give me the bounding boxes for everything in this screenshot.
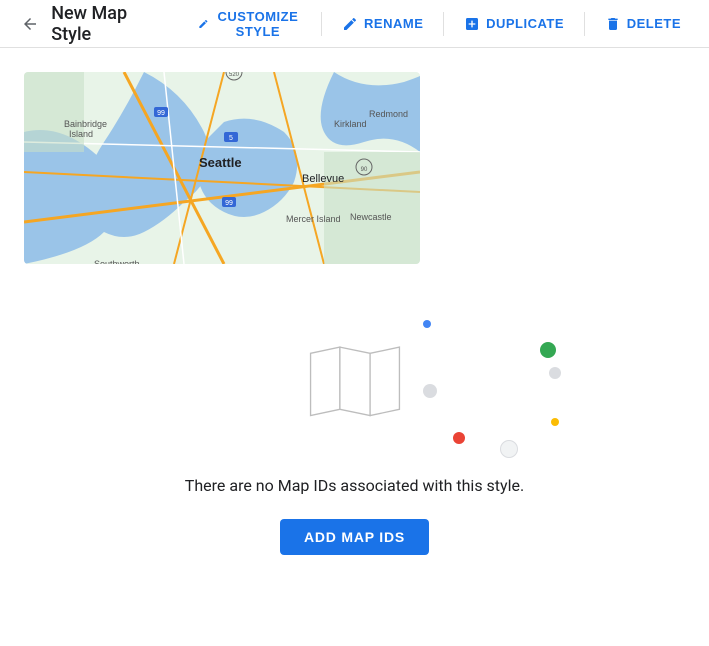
page-title: New Map Style: [51, 3, 153, 45]
empty-message: There are no Map IDs associated with thi…: [185, 476, 524, 495]
map-fold-icon: [305, 340, 405, 424]
empty-state: There are no Map IDs associated with thi…: [24, 296, 685, 555]
dot-blue: [423, 320, 431, 328]
svg-text:Seattle: Seattle: [199, 155, 242, 170]
dot-red: [453, 432, 465, 444]
dot-white: [500, 440, 518, 458]
svg-text:Bainbridge: Bainbridge: [64, 119, 107, 129]
duplicate-button[interactable]: DUPLICATE: [452, 10, 576, 38]
customize-style-label: CUSTOMIZE STYLE: [214, 9, 301, 39]
delete-icon: [605, 16, 621, 32]
svg-text:99: 99: [225, 200, 233, 207]
customize-style-button[interactable]: CUSTOMIZE STYLE: [186, 3, 314, 45]
delete-label: DELETE: [627, 16, 681, 31]
divider-1: [321, 12, 322, 36]
back-button[interactable]: [16, 8, 43, 40]
divider-2: [443, 12, 444, 36]
svg-text:Island: Island: [69, 129, 93, 139]
svg-text:Mercer Island: Mercer Island: [286, 214, 341, 224]
dot-gray-1: [423, 384, 437, 398]
customize-icon: [198, 16, 209, 32]
rename-button[interactable]: RENAME: [330, 10, 435, 38]
svg-text:5: 5: [229, 135, 233, 142]
rename-icon: [342, 16, 358, 32]
header-actions: CUSTOMIZE STYLE RENAME DUPLICATE DELETE: [186, 3, 693, 45]
rename-label: RENAME: [364, 16, 423, 31]
dot-green: [540, 342, 556, 358]
duplicate-icon: [464, 16, 480, 32]
map-preview: Bainbridge Island Seattle Bellevue Merce…: [24, 72, 420, 264]
map-icon-container: [275, 312, 435, 452]
svg-text:Bellevue: Bellevue: [302, 173, 344, 185]
add-map-ids-button[interactable]: ADD MAP IDS: [280, 519, 429, 555]
svg-text:Newcastle: Newcastle: [350, 212, 392, 222]
svg-text:99: 99: [157, 110, 165, 117]
dot-yellow: [551, 418, 559, 426]
header: New Map Style CUSTOMIZE STYLE RENAME DUP…: [0, 0, 709, 48]
svg-text:520: 520: [229, 72, 240, 78]
svg-text:Redmond: Redmond: [369, 109, 408, 119]
divider-3: [584, 12, 585, 36]
duplicate-label: DUPLICATE: [486, 16, 564, 31]
dot-gray-2: [549, 367, 561, 379]
main-content: Bainbridge Island Seattle Bellevue Merce…: [0, 48, 709, 579]
delete-button[interactable]: DELETE: [593, 10, 693, 38]
svg-text:Southworth: Southworth: [94, 259, 140, 264]
svg-text:90: 90: [361, 167, 368, 173]
svg-text:Kirkland: Kirkland: [334, 119, 367, 129]
